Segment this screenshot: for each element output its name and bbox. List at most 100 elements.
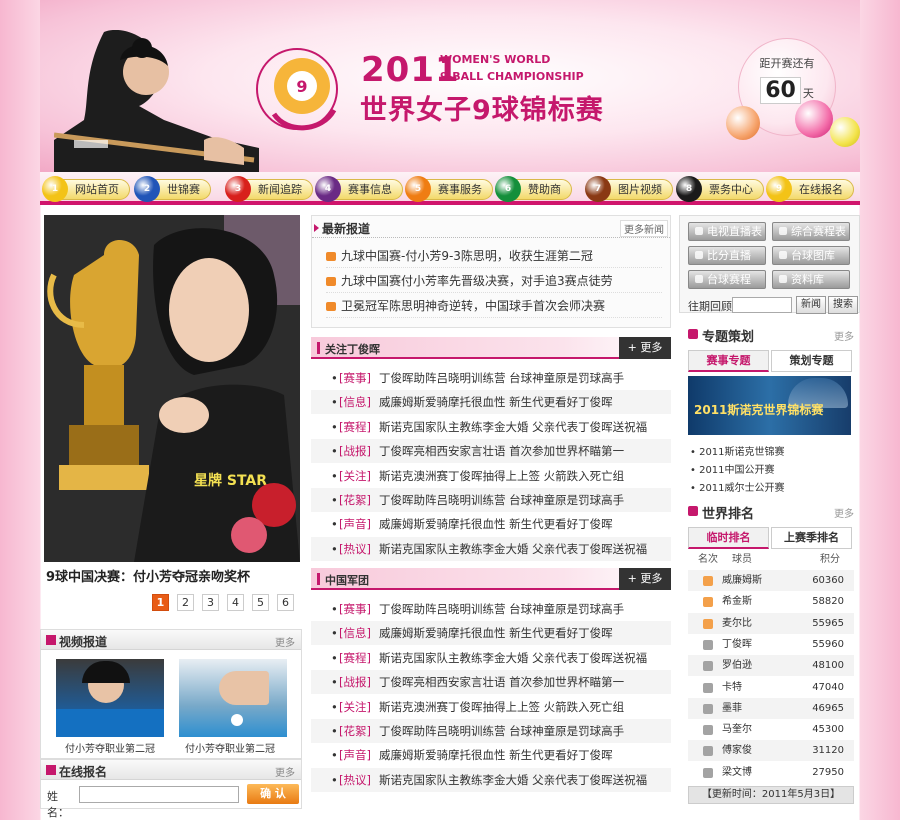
news-row[interactable]: • [关注] 斯诺克澳洲赛丁俊晖抽得上上签 火箭跌入死亡组 bbox=[311, 464, 671, 488]
news-row[interactable]: • [花絮] 丁俊晖助阵吕晓明训练营 台球神童原是罚球高手 bbox=[311, 719, 671, 743]
history-search-button[interactable]: 搜索 bbox=[828, 296, 858, 314]
tab-plan-special[interactable]: 策划专题 bbox=[771, 350, 852, 372]
news-title[interactable]: 斯诺克国家队主教练李金大婚 父亲代表丁俊晖送祝福 bbox=[379, 768, 647, 792]
news-title[interactable]: 丁俊晖助阵吕晓明训练营 台球神童原是罚球高手 bbox=[379, 719, 624, 743]
latest-news-item[interactable]: 九球中国赛-付小芳9-3陈思明，收获生涯第二冠 bbox=[326, 244, 662, 268]
pager-page-2[interactable]: 2 bbox=[177, 594, 194, 611]
news-title[interactable]: 斯诺克澳洲赛丁俊晖抽得上上签 火箭跌入死亡组 bbox=[379, 695, 624, 719]
pager-page-6[interactable]: 6 bbox=[277, 594, 294, 611]
ranking-row[interactable]: 麦尔比 55965 bbox=[688, 612, 854, 634]
ranking-row[interactable]: 墨菲 46965 bbox=[688, 697, 854, 719]
live-score-button[interactable]: 比分直播 bbox=[688, 246, 766, 265]
news-title[interactable]: 威廉姆斯爱骑摩托很血性 新生代更看好丁俊晖 bbox=[379, 512, 613, 536]
world-ranking-more-link[interactable]: 更多 bbox=[834, 505, 854, 520]
news-row[interactable]: • [关注] 斯诺克澳洲赛丁俊晖抽得上上签 火箭跌入死亡组 bbox=[311, 695, 671, 719]
news-title[interactable]: 威廉姆斯爱骑摩托很血性 新生代更看好丁俊晖 bbox=[379, 390, 613, 414]
tab-temp-ranking[interactable]: 临时排名 bbox=[688, 527, 769, 549]
tv-schedule-button[interactable]: 电视直播表 bbox=[688, 222, 766, 241]
news-tag[interactable]: [花絮] bbox=[339, 719, 371, 743]
history-news-button[interactable]: 新闻 bbox=[796, 296, 826, 314]
special-topic-item[interactable]: • 2011斯诺克世锦赛 bbox=[690, 443, 785, 458]
news-tag[interactable]: [信息] bbox=[339, 390, 371, 414]
news-tag[interactable]: [关注] bbox=[339, 464, 371, 488]
news-row[interactable]: • [赛事] 丁俊晖助阵吕晓明训练营 台球神童原是罚球高手 bbox=[311, 597, 671, 621]
news-title[interactable]: 斯诺克国家队主教练李金大婚 父亲代表丁俊晖送祝福 bbox=[379, 537, 647, 561]
news-title[interactable]: 斯诺克国家队主教练李金大婚 父亲代表丁俊晖送祝福 bbox=[379, 415, 647, 439]
main-photo-caption[interactable]: 9球中国决赛：付小芳夺冠亲吻奖杯 bbox=[46, 566, 250, 585]
ranking-row[interactable]: 丁俊晖 55960 bbox=[688, 634, 854, 655]
news-title[interactable]: 威廉姆斯爱骑摩托很血性 新生代更看好丁俊晖 bbox=[379, 743, 613, 767]
news-tag[interactable]: [关注] bbox=[339, 695, 371, 719]
news-row[interactable]: • [热议] 斯诺克国家队主教练李金大婚 父亲代表丁俊晖送祝福 bbox=[311, 536, 671, 561]
news-row[interactable]: • [战报] 丁俊晖亮相西安家言壮语 首次参加世界杯瞄第一 bbox=[311, 439, 671, 464]
special-topic-item[interactable]: • 2011威尔士公开赛 bbox=[690, 479, 785, 494]
news-row[interactable]: • [赛事] 丁俊晖助阵吕晓明训练营 台球神童原是罚球高手 bbox=[311, 366, 671, 390]
video-thumb-2[interactable] bbox=[179, 659, 287, 737]
news-title[interactable]: 丁俊晖亮相西安家言壮语 首次参加世界杯瞄第一 bbox=[379, 439, 624, 463]
news-tag[interactable]: [热议] bbox=[339, 537, 371, 561]
news-tag[interactable]: [声音] bbox=[339, 743, 371, 767]
latest-news-text[interactable]: 九球中国赛付小芳率先晋级决赛，对手追3赛点徒劳 bbox=[341, 274, 613, 288]
player-name[interactable]: 罗伯逊 bbox=[722, 655, 752, 676]
name-input[interactable] bbox=[79, 786, 239, 803]
billiards-gallery-button[interactable]: 台球图库 bbox=[772, 246, 850, 265]
video-thumb-1[interactable] bbox=[56, 659, 164, 737]
billiards-schedule-button[interactable]: 台球赛程 bbox=[688, 270, 766, 289]
ranking-row[interactable]: 罗伯逊 48100 bbox=[688, 655, 854, 677]
special-topic-item[interactable]: • 2011中国公开赛 bbox=[690, 461, 775, 476]
news-row[interactable]: • [赛程] 斯诺克国家队主教练李金大婚 父亲代表丁俊晖送祝福 bbox=[311, 646, 671, 670]
online-signup-more-link[interactable]: 更多 bbox=[275, 764, 295, 779]
special-topic-text[interactable]: 2011威尔士公开赛 bbox=[699, 483, 784, 494]
ranking-row[interactable]: 卡特 47040 bbox=[688, 677, 854, 698]
special-topics-more-link[interactable]: 更多 bbox=[834, 328, 854, 343]
news-tag[interactable]: [战报] bbox=[339, 439, 371, 463]
latest-news-item[interactable]: 九球中国赛付小芳率先晋级决赛，对手追3赛点徒劳 bbox=[326, 269, 662, 293]
section-china-team-more-button[interactable]: + 更多 bbox=[619, 568, 671, 590]
player-name[interactable]: 麦尔比 bbox=[722, 613, 752, 634]
news-row[interactable]: • [战报] 丁俊晖亮相西安家言壮语 首次参加世界杯瞄第一 bbox=[311, 670, 671, 695]
news-row[interactable]: • [赛程] 斯诺克国家队主教练李金大婚 父亲代表丁俊晖送祝福 bbox=[311, 415, 671, 439]
player-name[interactable]: 马奎尔 bbox=[722, 719, 752, 740]
pager-page-3[interactable]: 3 bbox=[202, 594, 219, 611]
player-name[interactable]: 威廉姆斯 bbox=[722, 570, 762, 591]
special-topic-text[interactable]: 2011中国公开赛 bbox=[699, 465, 774, 476]
news-row[interactable]: • [声音] 威廉姆斯爱骑摩托很血性 新生代更看好丁俊晖 bbox=[311, 512, 671, 536]
news-row[interactable]: • [热议] 斯诺克国家队主教练李金大婚 父亲代表丁俊晖送祝福 bbox=[311, 767, 671, 792]
full-schedule-button[interactable]: 综合赛程表 bbox=[772, 222, 850, 241]
news-tag[interactable]: [赛程] bbox=[339, 646, 371, 670]
news-tag[interactable]: [赛程] bbox=[339, 415, 371, 439]
latest-news-text[interactable]: 卫冕冠军陈思明神奇逆转，中国球手首次会师决赛 bbox=[341, 299, 605, 313]
news-tag[interactable]: [赛事] bbox=[339, 366, 371, 390]
news-title[interactable]: 斯诺克国家队主教练李金大婚 父亲代表丁俊晖送祝福 bbox=[379, 646, 647, 670]
ranking-row[interactable]: 希金斯 58820 bbox=[688, 591, 854, 612]
news-tag[interactable]: [花絮] bbox=[339, 488, 371, 512]
news-tag[interactable]: [赛事] bbox=[339, 597, 371, 621]
news-title[interactable]: 丁俊晖助阵吕晓明训练营 台球神童原是罚球高手 bbox=[379, 488, 624, 512]
news-tag[interactable]: [声音] bbox=[339, 512, 371, 536]
snooker-banner[interactable]: 2011斯诺克世界锦标赛 bbox=[688, 376, 851, 435]
news-row[interactable]: • [声音] 威廉姆斯爱骑摩托很血性 新生代更看好丁俊晖 bbox=[311, 743, 671, 767]
player-name[interactable]: 梁文博 bbox=[722, 762, 752, 783]
player-name[interactable]: 傅家俊 bbox=[722, 740, 752, 761]
video-caption-2[interactable]: 付小芳夺职业第二冠 bbox=[165, 740, 295, 755]
latest-news-item[interactable]: 卫冕冠军陈思明神奇逆转，中国球手首次会师决赛 bbox=[326, 294, 662, 318]
ranking-row[interactable]: 傅家俊 31120 bbox=[688, 740, 854, 762]
tab-event-special[interactable]: 赛事专题 bbox=[688, 350, 769, 372]
news-row[interactable]: • [信息] 威廉姆斯爱骑摩托很血性 新生代更看好丁俊晖 bbox=[311, 621, 671, 646]
tab-last-season-ranking[interactable]: 上赛季排名 bbox=[771, 527, 852, 549]
news-row[interactable]: • [信息] 威廉姆斯爱骑摩托很血性 新生代更看好丁俊晖 bbox=[311, 390, 671, 415]
news-tag[interactable]: [热议] bbox=[339, 768, 371, 792]
main-photo-trophy-kiss[interactable]: 星牌 STAR bbox=[44, 215, 300, 562]
pager-page-1[interactable]: 1 bbox=[152, 594, 169, 611]
news-row[interactable]: • [花絮] 丁俊晖助阵吕晓明训练营 台球神童原是罚球高手 bbox=[311, 488, 671, 512]
ranking-row[interactable]: 梁文博 27950 bbox=[688, 762, 854, 783]
database-button[interactable]: 资料库 bbox=[772, 270, 850, 289]
confirm-button[interactable]: 确 认 bbox=[247, 784, 299, 804]
latest-news-more-link[interactable]: 更多新闻 bbox=[620, 220, 668, 237]
news-title[interactable]: 丁俊晖助阵吕晓明训练营 台球神童原是罚球高手 bbox=[379, 366, 624, 390]
video-report-more-link[interactable]: 更多 bbox=[275, 634, 295, 649]
player-name[interactable]: 希金斯 bbox=[722, 591, 752, 612]
latest-news-text[interactable]: 九球中国赛-付小芳9-3陈思明，收获生涯第二冠 bbox=[341, 249, 593, 263]
news-title[interactable]: 丁俊晖亮相西安家言壮语 首次参加世界杯瞄第一 bbox=[379, 670, 624, 694]
ranking-row[interactable]: 马奎尔 45300 bbox=[688, 719, 854, 740]
